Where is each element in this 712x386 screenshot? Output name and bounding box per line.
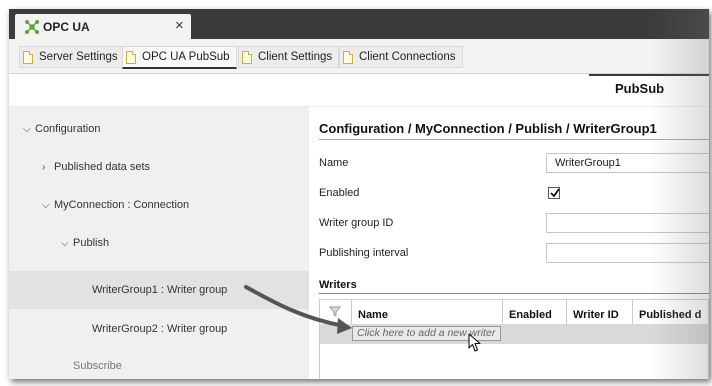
filter-reset-column[interactable] [320, 300, 352, 324]
chevron-down-icon[interactable]: ⌵ [61, 238, 73, 249]
grid-header: Name Enabled Writer ID Published d [320, 300, 709, 325]
column-header-enabled[interactable]: Enabled [503, 300, 567, 324]
tree-node-label: Publish [73, 237, 110, 249]
writers-grid: Name Enabled Writer ID Published d Click… [319, 299, 709, 379]
column-header-published[interactable]: Published d [633, 300, 709, 324]
writer-group-id-field[interactable] [546, 213, 709, 233]
tree-node-label: Subscribe [73, 360, 122, 372]
name-field[interactable]: WriterGroup1 [546, 153, 709, 173]
window-tab-title: OPC UA [43, 20, 90, 34]
tab-client-connections[interactable]: Client Connections [339, 46, 463, 68]
tab-label: Client Connections [359, 51, 456, 63]
tab-label: OPC UA PubSub [142, 51, 230, 63]
tree-node-writergroup1[interactable]: WriterGroup1 : Writer group [9, 271, 309, 309]
enabled-checkbox[interactable] [548, 187, 560, 199]
tree-node-label: WriterGroup1 : Writer group [92, 284, 228, 296]
tree-node-subscribe[interactable]: Subscribe [73, 356, 122, 376]
window-tab-opc-ua[interactable]: OPC UA × [15, 14, 191, 39]
document-icon [126, 50, 136, 64]
chevron-down-icon[interactable]: ⌵ [42, 200, 54, 211]
publishing-interval-label: Publishing interval [319, 247, 409, 259]
opc-ua-logo-icon [25, 20, 39, 34]
document-icon [23, 50, 33, 64]
tab-label: Server Settings [39, 51, 118, 63]
column-header-writer-id[interactable]: Writer ID [567, 300, 633, 324]
tree-node-published-data-sets[interactable]: › Published data sets [42, 157, 150, 177]
column-header-name[interactable]: Name [352, 300, 503, 324]
header-accent-line [589, 74, 709, 76]
close-icon[interactable]: × [175, 17, 184, 34]
document-icon [242, 50, 252, 64]
configuration-tree: ⌵ Configuration › Published data sets ⌵ … [9, 107, 309, 379]
tree-node-writergroup2[interactable]: WriterGroup2 : Writer group [92, 319, 227, 339]
application-window: OPC UA × Server Settings OPC UA PubSub C… [9, 9, 709, 379]
tree-node-label: MyConnection : Connection [54, 199, 190, 211]
tree-node-configuration[interactable]: ⌵ Configuration [23, 119, 100, 139]
publishing-interval-field[interactable] [546, 243, 709, 263]
enabled-label: Enabled [319, 187, 360, 199]
page-header: PubSub [9, 74, 709, 107]
divider [319, 293, 709, 294]
tree-node-publish[interactable]: ⌵ Publish [61, 233, 109, 253]
tab-client-settings[interactable]: Client Settings [238, 46, 340, 68]
tab-server-settings[interactable]: Server Settings [19, 46, 125, 68]
tree-node-label: Published data sets [54, 161, 151, 173]
tree-node-label: WriterGroup2 : Writer group [92, 323, 228, 335]
sub-tab-bar: Server Settings OPC UA PubSub Client Set… [9, 39, 709, 74]
new-writer-row[interactable]: Click here to add a new writer [320, 324, 709, 344]
window-tab-bar: OPC UA × [9, 9, 709, 39]
chevron-right-icon[interactable]: › [42, 162, 54, 173]
divider [319, 139, 709, 140]
tree-node-label: Configuration [35, 123, 101, 135]
writer-group-id-label: Writer group ID [319, 217, 394, 229]
breadcrumb: Configuration / MyConnection / Publish /… [319, 121, 657, 136]
filter-reset-icon [328, 306, 342, 317]
tab-label: Client Settings [258, 51, 333, 63]
detail-panel: Configuration / MyConnection / Publish /… [309, 107, 709, 379]
name-label: Name [319, 157, 349, 169]
writers-section-title: Writers [319, 279, 357, 291]
checkmark-icon [550, 188, 560, 198]
tree-node-myconnection[interactable]: ⌵ MyConnection : Connection [42, 195, 189, 215]
document-icon [343, 50, 353, 64]
mouse-pointer-icon [468, 333, 481, 352]
page-title: PubSub [615, 81, 665, 96]
tab-opc-ua-pubsub[interactable]: OPC UA PubSub [122, 46, 237, 69]
chevron-down-icon[interactable]: ⌵ [23, 124, 35, 135]
